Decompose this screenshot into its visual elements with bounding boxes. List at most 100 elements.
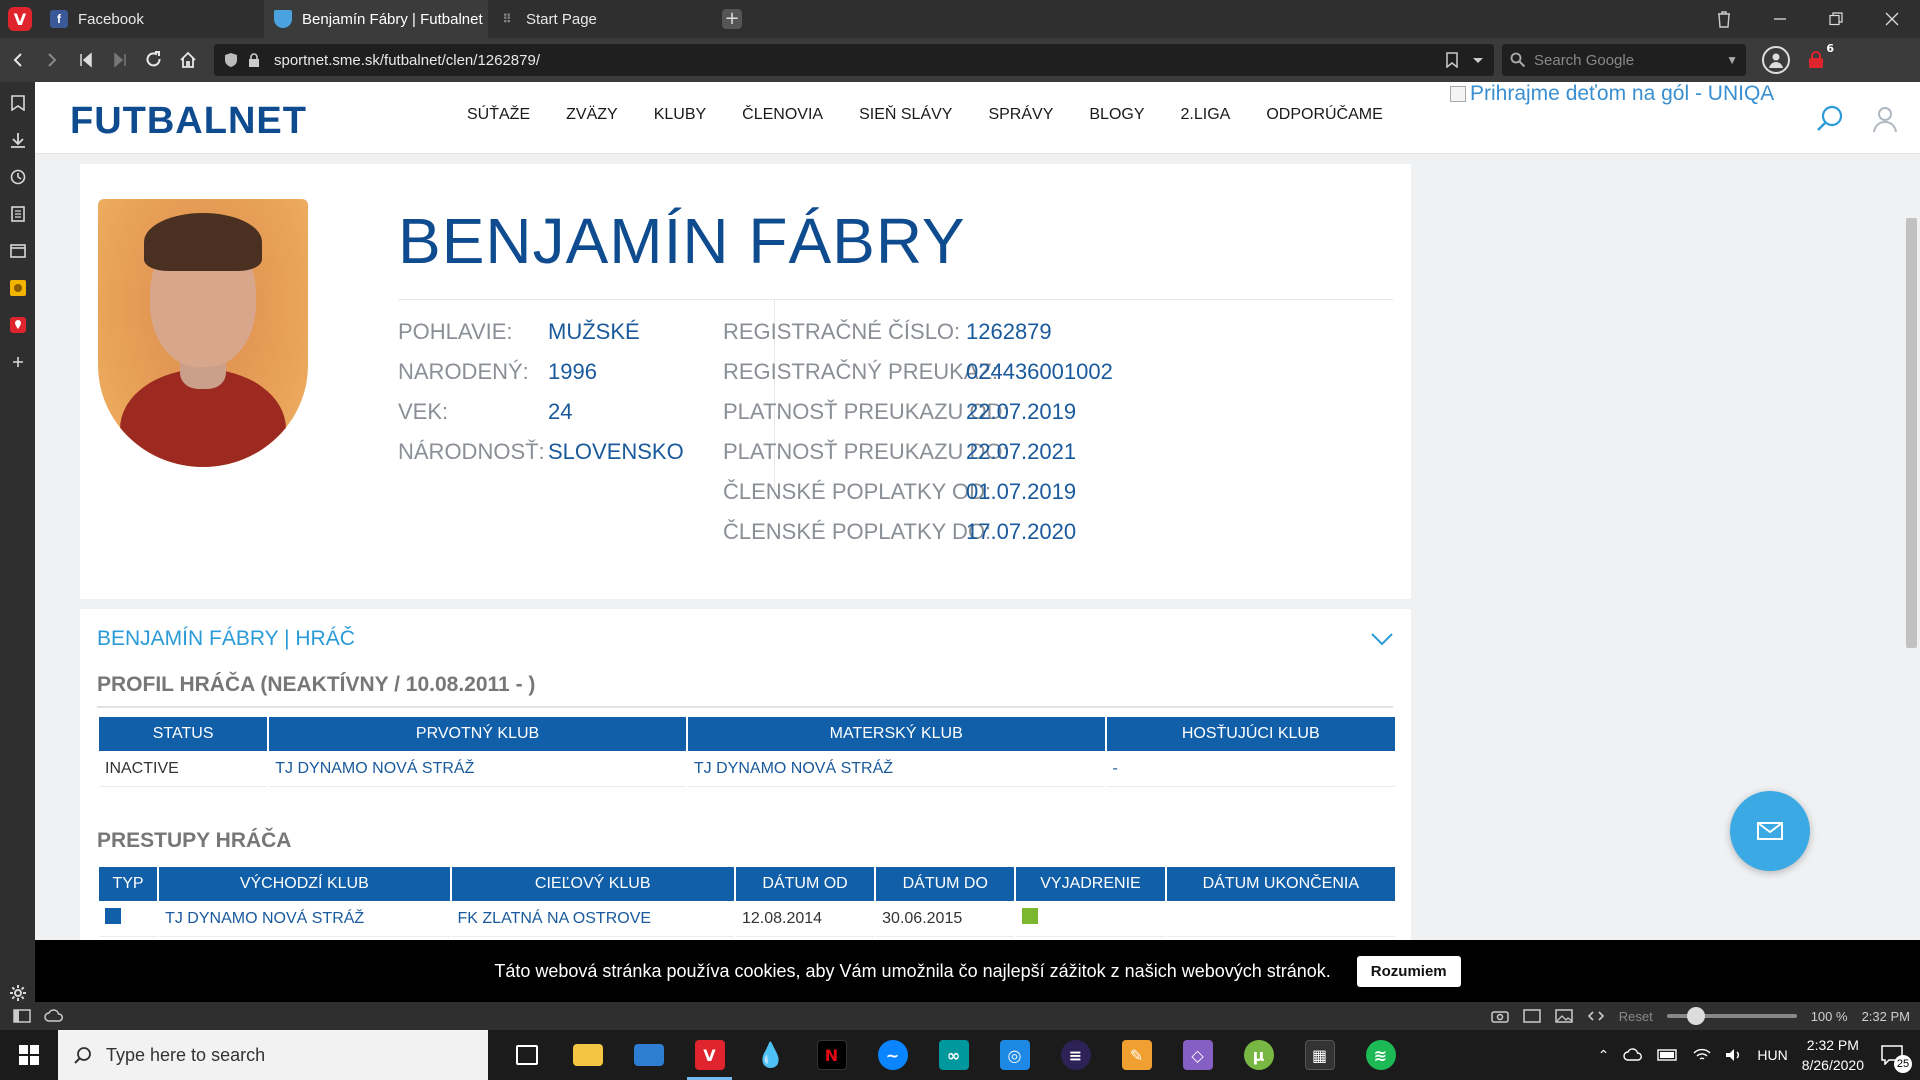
zoom-reset-label[interactable]: Reset: [1619, 1009, 1653, 1024]
nav-zvazy[interactable]: ZVÄZY: [548, 106, 636, 124]
bookmarks-panel-icon[interactable]: [7, 92, 29, 114]
wifi-icon[interactable]: [1693, 1048, 1711, 1062]
taskbar-file-explorer[interactable]: [557, 1030, 618, 1080]
language-indicator[interactable]: HUN: [1757, 1047, 1787, 1063]
task-view-icon: [515, 1045, 538, 1065]
divider: [97, 706, 1393, 708]
page-scrollbar[interactable]: [1903, 154, 1920, 1016]
nav-blogy[interactable]: BLOGY: [1071, 106, 1162, 124]
taskbar-eclipse[interactable]: ≡: [1045, 1030, 1106, 1080]
table-cell-link[interactable]: TJ DYNAMO NOVÁ STRÁŽ: [269, 751, 686, 787]
site-user-icon[interactable]: [1870, 104, 1900, 134]
web-panel-maps-icon[interactable]: [7, 314, 29, 336]
taskbar-utorrent[interactable]: µ: [1228, 1030, 1289, 1080]
contact-mail-button[interactable]: [1730, 791, 1810, 871]
column-header: MATERSKÝ KLUB: [687, 717, 1105, 751]
volume-icon[interactable]: [1725, 1048, 1743, 1062]
add-web-panel-icon[interactable]: [7, 351, 29, 373]
battery-icon[interactable]: [1657, 1049, 1679, 1061]
sponsor-banner[interactable]: Prihrajme deťom na gól - UNIQA: [1450, 82, 1774, 106]
minimize-button[interactable]: [1752, 0, 1808, 38]
tab-start-page[interactable]: ⠿ Start Page: [488, 0, 712, 38]
taskbar-mail[interactable]: [618, 1030, 679, 1080]
nav-spravy[interactable]: SPRÁVY: [970, 106, 1071, 124]
sponsor-alt-text: Prihrajme deťom na gól - UNIQA: [1470, 82, 1775, 105]
taskbar-instagram[interactable]: ◎: [984, 1030, 1045, 1080]
fast-forward-button[interactable]: [104, 44, 136, 76]
nav-kluby[interactable]: KLUBY: [636, 106, 724, 124]
tiling-icon[interactable]: [1522, 1009, 1541, 1023]
onedrive-cloud-icon[interactable]: [1623, 1048, 1643, 1062]
zoom-slider[interactable]: [1666, 1007, 1797, 1025]
taskbar-spotify[interactable]: ≋: [1350, 1030, 1411, 1080]
panel-toggle-icon[interactable]: [12, 1008, 32, 1024]
taskbar-search-box[interactable]: Type here to search: [58, 1030, 488, 1080]
taskbar-task-view[interactable]: [496, 1030, 557, 1080]
cookie-accept-button[interactable]: Rozumiem: [1356, 955, 1461, 987]
netflix-icon: N: [816, 1040, 847, 1070]
images-icon[interactable]: [1554, 1009, 1573, 1023]
vivaldi-icon: V: [694, 1040, 725, 1070]
screenshot-icon[interactable]: [1490, 1009, 1509, 1023]
trash-icon[interactable]: [1696, 0, 1752, 38]
profile-avatar-icon[interactable]: [1762, 46, 1790, 74]
page-actions-icon[interactable]: [1587, 1009, 1605, 1023]
new-tab-button[interactable]: +: [712, 0, 752, 38]
window-panel-icon[interactable]: [7, 240, 29, 262]
taskbar-drop-app[interactable]: 💧: [740, 1030, 801, 1080]
sync-cloud-icon[interactable]: [44, 1008, 64, 1024]
extension-icon[interactable]: 6: [1804, 42, 1834, 72]
nav-2liga[interactable]: 2.LIGA: [1163, 106, 1249, 124]
nav-clenovia[interactable]: ČLENOVIA: [724, 106, 841, 124]
close-button[interactable]: [1864, 0, 1920, 38]
downloads-panel-icon[interactable]: [7, 129, 29, 151]
search-engine-field[interactable]: Search Google ▼: [1502, 44, 1746, 76]
taskbar-visual-studio[interactable]: ◇: [1167, 1030, 1228, 1080]
vivaldi-logo-icon: V: [8, 7, 32, 31]
nav-odporucame[interactable]: ODPORÚČAME: [1248, 106, 1400, 124]
taskbar-vivaldi[interactable]: V: [679, 1030, 740, 1080]
settings-gear-icon[interactable]: [7, 982, 29, 1004]
taskbar-messenger[interactable]: ~: [862, 1030, 923, 1080]
site-search-icon[interactable]: [1815, 104, 1845, 134]
plus-icon: +: [722, 9, 742, 29]
taskbar-paint[interactable]: ✎: [1106, 1030, 1167, 1080]
url-field[interactable]: sportnet.sme.sk/futbalnet/clen/1262879/: [214, 44, 1494, 76]
notes-panel-icon[interactable]: [7, 203, 29, 225]
forward-button[interactable]: [36, 44, 68, 76]
nav-sutaze[interactable]: SÚŤAŽE: [449, 106, 548, 124]
futbalnet-logo[interactable]: FUTBALNET: [70, 100, 307, 143]
web-panel-emoji-icon[interactable]: [7, 277, 29, 299]
home-button[interactable]: [172, 44, 204, 76]
windows-start-button[interactable]: [0, 1030, 58, 1080]
shield-icon[interactable]: [224, 52, 238, 68]
table-cell-link[interactable]: TJ DYNAMO NOVÁ STRÁŽ: [687, 751, 1105, 787]
section-heading[interactable]: BENJAMÍN FÁBRY | HRÁČ: [97, 627, 355, 651]
taskbar-arduino[interactable]: ∞: [923, 1030, 984, 1080]
field-value: 22.07.2019: [966, 399, 1077, 424]
taskbar-store[interactable]: ▦: [1289, 1030, 1350, 1080]
action-center-button[interactable]: 25: [1878, 1041, 1912, 1073]
table-cell-link[interactable]: TJ DYNAMO NOVÁ STRÁŽ: [159, 901, 450, 937]
tab-facebook[interactable]: f Facebook: [40, 0, 264, 38]
history-panel-icon[interactable]: [7, 166, 29, 188]
taskbar-clock[interactable]: 2:32 PM 8/26/2020: [1802, 1035, 1864, 1075]
reload-button[interactable]: [138, 44, 170, 76]
nav-sien-slavy[interactable]: SIEŇ SLÁVY: [841, 106, 970, 124]
back-button[interactable]: [2, 44, 34, 76]
dropdown-icon[interactable]: [1472, 52, 1484, 68]
restore-button[interactable]: [1808, 0, 1864, 38]
chevron-down-icon[interactable]: [1370, 629, 1394, 649]
instagram-icon: ◎: [999, 1040, 1030, 1070]
table-cell-link[interactable]: FK ZLATNÁ NA OSTROVE: [451, 901, 734, 937]
zoom-slider-knob[interactable]: [1686, 1007, 1705, 1025]
scrollbar-thumb[interactable]: [1906, 218, 1917, 648]
bookmark-icon[interactable]: [1446, 52, 1458, 68]
rewind-button[interactable]: [70, 44, 102, 76]
chevron-up-icon[interactable]: ⌃: [1598, 1047, 1610, 1064]
field-value: 24: [548, 399, 573, 424]
chevron-down-icon[interactable]: ▼: [1726, 53, 1746, 67]
vivaldi-menu-button[interactable]: V: [0, 0, 40, 38]
tab-futbalnet[interactable]: Benjamín Fábry | Futbalnet: [264, 0, 488, 38]
taskbar-netflix[interactable]: N: [801, 1030, 862, 1080]
